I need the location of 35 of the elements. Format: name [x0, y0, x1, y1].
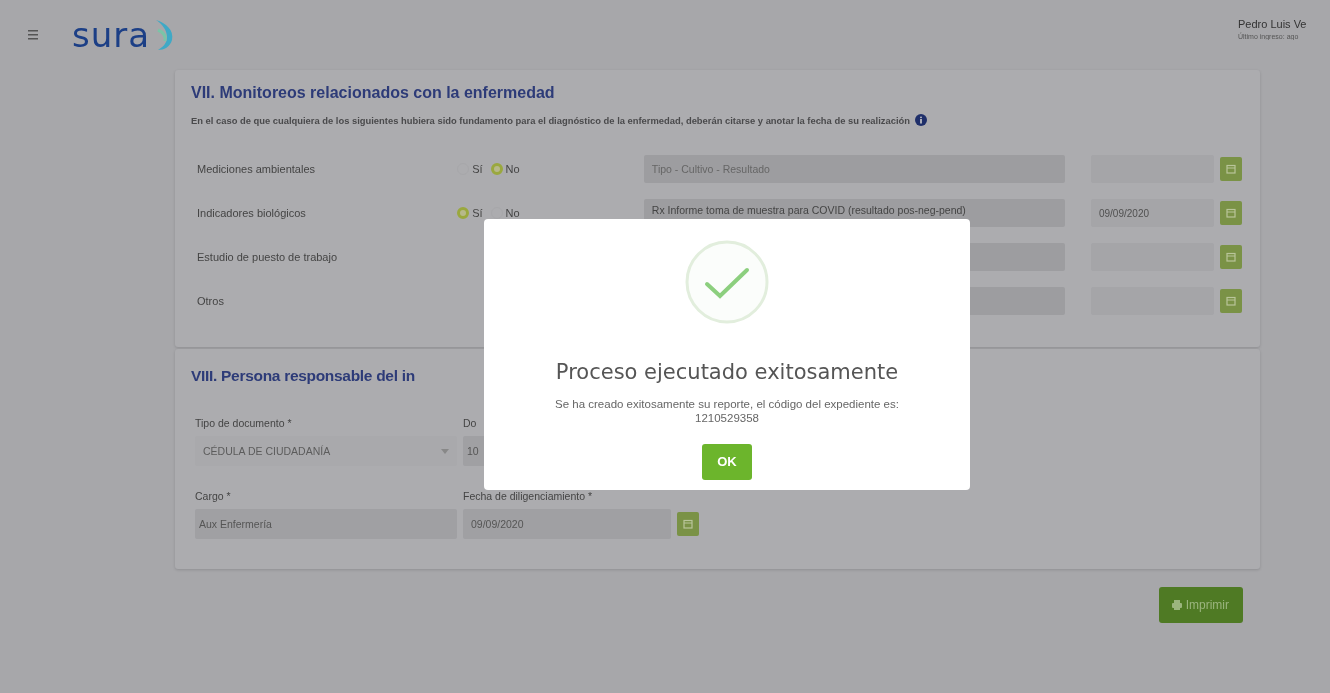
user-name: Pedro Luis Ve [1238, 18, 1308, 30]
logo: sura [72, 15, 151, 55]
detail-field[interactable]: Tipo - Cultivo - Resultado [643, 155, 1065, 183]
date-field[interactable]: 09/09/2020 [463, 509, 671, 539]
calendar-icon [1226, 208, 1237, 218]
ok-button[interactable]: OK [702, 443, 752, 480]
success-check-icon [685, 240, 769, 324]
row-label: Mediciones ambientales [196, 163, 316, 175]
calendar-icon [683, 519, 693, 529]
calendar-button[interactable] [1220, 201, 1242, 225]
printer-icon [1170, 599, 1183, 611]
calendar-button[interactable] [1220, 289, 1242, 313]
row-label: Otros [196, 295, 225, 307]
section-description: En el caso de que cualquiera de los siguientes hubiera sido fundamento para el diagnóstico de la enfermedad, deberán citarse y anotar la fecha de su realización [191, 114, 910, 126]
date-field[interactable]: 09/09/2020 [1090, 199, 1215, 227]
print-button[interactable]: Imprimir [1158, 587, 1243, 623]
row-label: Indicadores biológicos [196, 207, 307, 219]
calendar-button[interactable] [1220, 245, 1242, 269]
field-label: Tipo de documento * [195, 417, 293, 429]
dialog-message: Se ha creado exitosamente su reporte, el código del expediente es: 1210529358 [554, 398, 900, 426]
calendar-icon [1226, 296, 1237, 306]
section-title: VIII. Persona responsable del in [191, 367, 415, 385]
calendar-button[interactable] [1220, 157, 1242, 181]
info-icon[interactable] [914, 114, 927, 126]
calendar-button[interactable] [677, 512, 699, 536]
caret-icon [441, 448, 449, 454]
calendar-icon [1226, 164, 1237, 174]
field-label: Fecha de diligenciamiento * [463, 490, 593, 502]
row-label: Estudio de puesto de trabajo [196, 251, 339, 263]
field-label: Cargo * [195, 490, 232, 502]
section-title: VII. Monitoreos relacionados con la enfermedad [191, 84, 556, 102]
radio-option[interactable]: No [490, 163, 520, 175]
calendar-icon [1226, 252, 1237, 262]
input-field[interactable]: Aux Enfermería [195, 509, 457, 539]
dialog-title: Proceso ejecutado exitosamente [555, 360, 899, 384]
